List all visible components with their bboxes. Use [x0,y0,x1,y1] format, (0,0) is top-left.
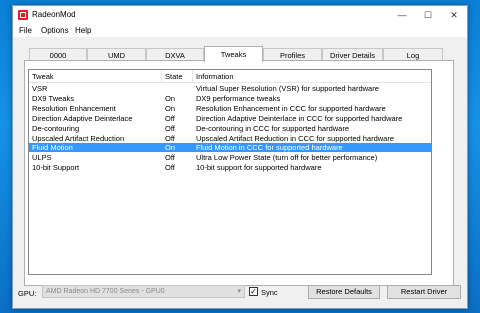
sync-checkbox[interactable]: ✓ [249,287,258,296]
gpu-select-value: AMD Radeon HD 7700 Series - GPU0 [46,288,165,295]
table-row[interactable]: DX9 Tweaks On DX9 performance tweaks [29,94,431,103]
information-cell: Upscaled Artifact Reduction in CCC for s… [196,133,395,143]
close-button[interactable]: ✕ [441,6,467,24]
menu-help[interactable]: Help [75,26,91,35]
table-row[interactable]: Resolution Enhancement On Resolution Enhan… [29,104,431,113]
minimize-button[interactable]: — [389,6,415,24]
tab-tweaks[interactable]: Tweaks [204,46,263,62]
tweaks-list[interactable]: Tweak State Information VSR Virtual Super… [28,69,432,275]
gpu-label: GPU: [18,289,37,298]
window-title: RadeonMod [32,10,76,19]
information-cell: De-contouring in CCC for supported hardw… [196,123,349,133]
information-cell: Resolution Enhancement in CCC for suppor… [196,103,386,113]
state-cell: Off [165,153,175,163]
state-cell: Off [165,163,175,173]
state-cell: Off [165,123,175,133]
state-cell: On [165,103,176,113]
table-row[interactable]: VSR Virtual Super Resolution (VSR) for su… [29,84,431,93]
tweak-cell: De-contouring [32,123,80,133]
state-cell: On [165,143,176,153]
radeonmod-app-icon [18,10,28,20]
information-cell: Fluid Motion in CCC for supported hardwa… [196,143,343,153]
title-bar[interactable]: RadeonMod — ☐ ✕ [13,6,467,24]
tweak-cell: 10-bit Support [32,163,80,173]
menu-bar: File Options Help [13,24,467,37]
table-row[interactable]: 10-bit Support Off 10-bit support for supp… [29,163,431,172]
state-cell: On [165,93,176,103]
table-row[interactable]: Fluid Motion On Fluid Motion in CCC for su… [29,143,431,153]
information-cell: Virtual Super Resolution (VSR) for suppo… [196,84,379,93]
table-row[interactable]: ULPS Off Ultra Low Power State (turn off f… [29,153,431,162]
tweak-cell: Fluid Motion [32,143,73,153]
state-cell: Off [165,133,175,143]
menu-options[interactable]: Options [41,26,69,35]
tab-strip: 0000 UMD DXVA Tweaks Profiles Driver Det… [29,46,443,62]
gpu-select[interactable]: AMD Radeon HD 7700 Series - GPU0 ▾ [42,285,245,298]
tweak-cell: Resolution Enhancement [32,103,116,113]
header-divider[interactable] [192,70,193,82]
tweak-cell: Direction Adaptive Deinterlace [32,113,133,123]
restore-defaults-button[interactable]: Restore Defaults [308,285,380,299]
menu-file[interactable]: File [19,26,32,35]
maximize-button[interactable]: ☐ [415,6,441,24]
information-cell: Direction Adaptive Deinterlace in CCC fo… [196,113,403,123]
header-information[interactable]: Information [196,72,234,82]
list-header: Tweak State Information [29,70,431,83]
information-cell: 10-bit support for supported hardware [196,163,322,173]
sync-label: Sync [261,288,278,297]
bottom-bar: GPU: AMD Radeon HD 7700 Series - GPU0 ▾ … [12,282,468,302]
state-cell: Off [165,113,175,123]
table-row[interactable]: Upscaled Artifact Reduction Off Upscaled A… [29,134,431,143]
header-tweak[interactable]: Tweak [32,72,54,82]
table-row[interactable]: De-contouring Off De-contouring in CCC for… [29,124,431,133]
table-row[interactable]: Direction Adaptive Deinterlace Off Directi… [29,114,431,123]
information-cell: Ultra Low Power State (turn off for bett… [196,153,378,163]
tweak-cell: ULPS [32,153,52,163]
restart-driver-button[interactable]: Restart Driver [387,285,461,299]
information-cell: DX9 performance tweaks [196,93,281,103]
tweak-cell: VSR [32,84,48,93]
header-state[interactable]: State [165,72,183,82]
tweak-cell: Upscaled Artifact Reduction [32,133,125,143]
chevron-down-icon: ▾ [237,288,241,295]
tweak-cell: DX9 Tweaks [32,93,74,103]
header-divider[interactable] [161,70,162,82]
